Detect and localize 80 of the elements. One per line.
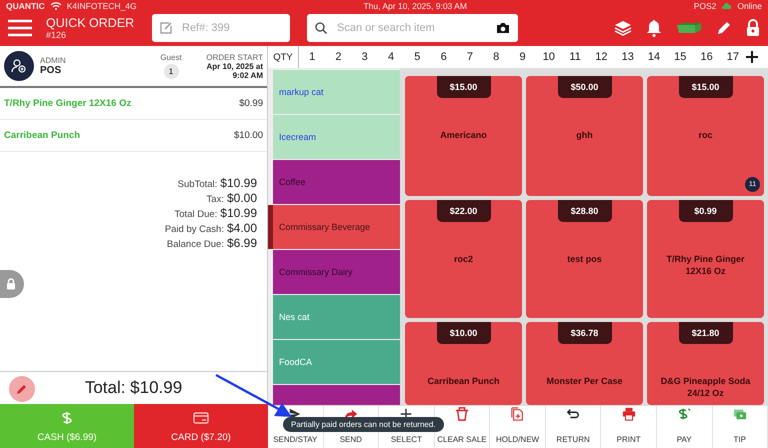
qty-number[interactable]: 10	[536, 51, 562, 63]
product-tile[interactable]: $21.80 D&G Pineapple Soda 24/12 Oz	[647, 322, 764, 405]
order-total: Total: $10.99	[84, 378, 182, 398]
qty-number[interactable]: 7	[456, 51, 484, 63]
product-name: T/Rhy Pine Ginger 12X16 Oz	[665, 254, 746, 278]
product-tile[interactable]: $28.80 test pos	[526, 200, 643, 318]
user-name: POS	[40, 65, 62, 76]
item-price: $0.99	[239, 98, 263, 109]
product-tile[interactable]: $0.99 T/Rhy Pine Ginger 12X16 Oz	[647, 200, 764, 318]
product-name: roc	[697, 130, 714, 142]
category-tile[interactable]: markup cat	[273, 70, 400, 114]
ref-field[interactable]: Ref#: 399	[152, 14, 290, 42]
product-name: roc2	[452, 254, 474, 266]
qty-number[interactable]: 4	[378, 51, 404, 63]
network-name: K4INFOTECH_4G	[66, 0, 137, 10]
order-start-date: Apr 10, 2025 at	[206, 62, 263, 70]
product-tile[interactable]: $22.00 roc2	[405, 200, 522, 318]
price-tag: $15.00	[436, 76, 490, 98]
total-value: $0.00	[226, 191, 257, 205]
total-value: $10.99	[220, 206, 257, 220]
qty-number[interactable]: 2	[325, 51, 352, 63]
action-button[interactable]: CLEAR SALE	[434, 406, 490, 448]
card-button[interactable]: CARD ($7.20)	[134, 404, 268, 448]
message-toast: Partially paid orders can not be returned.	[283, 417, 444, 432]
qty-number[interactable]: 11	[562, 51, 588, 63]
qty-number[interactable]: 14	[640, 51, 668, 63]
total-value: $4.00	[226, 221, 257, 235]
qty-number[interactable]: 13	[614, 51, 641, 63]
screen-title: QUICK ORDER	[46, 16, 136, 30]
order-number: #126	[46, 30, 68, 40]
category-tile[interactable]: Icecream	[273, 115, 400, 159]
qty-number[interactable]: 16	[693, 51, 720, 63]
product-name: D&G Pineapple Soda 24/12 Oz	[660, 376, 752, 400]
qty-number[interactable]: 3	[352, 51, 378, 63]
qty-number[interactable]: 9	[509, 51, 536, 63]
total-value: $10.99	[220, 176, 257, 190]
price-tag: $36.78	[558, 322, 612, 344]
price-tag: $28.80	[558, 200, 612, 222]
order-start-label: ORDER START	[206, 52, 263, 62]
qty-number[interactable]: 12	[588, 51, 615, 63]
qty-number[interactable]: 15	[667, 51, 694, 63]
category-tile[interactable]: Commissary Beverage	[273, 205, 400, 249]
qty-number[interactable]: 17	[720, 51, 746, 63]
guest-count: 1	[164, 64, 178, 79]
price-tag: $22.00	[436, 200, 490, 222]
total-label: Total Due:	[174, 209, 218, 220]
product-name: Monster Per Case	[545, 376, 624, 388]
qty-number[interactable]: 5	[404, 51, 430, 63]
total-label: Balance Due:	[166, 239, 224, 250]
product-name: ghh	[575, 130, 594, 142]
product-tile[interactable]: $15.00 Americano	[405, 76, 522, 196]
terminal-name: POS2	[694, 0, 716, 10]
product-tile[interactable]: $36.78 Monster Per Case	[526, 322, 643, 405]
qty-number[interactable]: 1	[299, 51, 326, 63]
user-role: ADMIN	[40, 56, 67, 65]
search-input[interactable]: Scan or search item	[335, 20, 488, 34]
connection-status: Online	[737, 0, 762, 10]
qty-number[interactable]: 8	[483, 51, 510, 63]
total-value: $6.99	[226, 236, 257, 250]
price-tag: $50.00	[558, 76, 612, 98]
brand-logo: QUANTIC	[6, 0, 45, 10]
order-start-time: 9:02 AM	[232, 70, 263, 80]
product-name: Americano	[439, 130, 488, 142]
ref-input[interactable]: Ref#: 399	[180, 20, 282, 34]
qty-number[interactable]: 6	[430, 51, 457, 63]
date-time: Thu, Apr 10, 2025, 9:03 AM	[363, 0, 467, 10]
item-price: $10.00	[234, 130, 263, 141]
guest-label: Guest	[160, 53, 182, 62]
product-name: test pos	[566, 254, 603, 266]
price-tag: $10.00	[436, 322, 490, 344]
price-tag: $21.80	[678, 322, 732, 344]
search-field[interactable]: Scan or search item	[307, 14, 518, 42]
total-label: Tax:	[206, 194, 224, 205]
product-name: Carribean Punch	[426, 376, 501, 388]
product-tile[interactable]: $50.00 ghh	[526, 76, 643, 196]
price-tag: $0.99	[678, 200, 732, 222]
product-tile[interactable]: $10.00 Carribean Punch	[405, 322, 522, 405]
total-label: SubTotal:	[178, 179, 218, 190]
price-tag: $15.00	[678, 76, 732, 98]
total-label: Paid by Cash:	[164, 224, 224, 235]
